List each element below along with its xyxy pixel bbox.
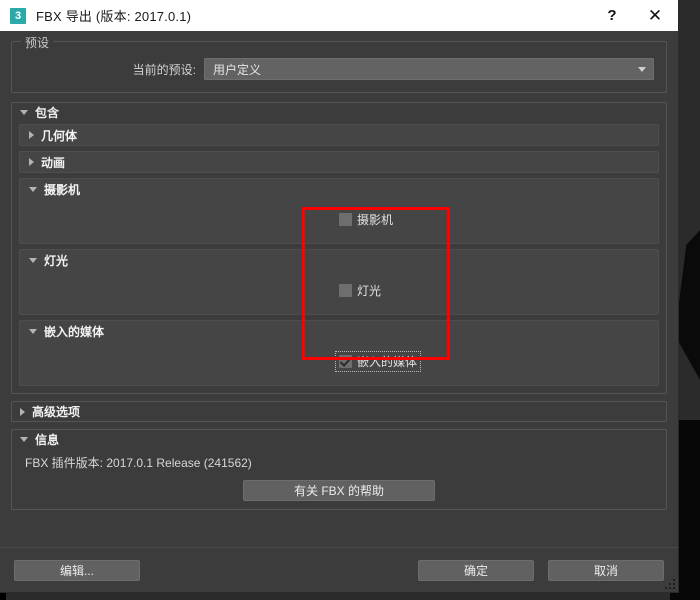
cancel-button[interactable]: 取消 bbox=[548, 559, 664, 581]
current-preset-value: 用户定义 bbox=[213, 62, 262, 77]
section-cameras: 摄影机 摄影机 bbox=[19, 178, 659, 244]
information-panel: 信息 FBX 插件版本: 2017.0.1 Release (241562) 有… bbox=[11, 429, 667, 510]
include-panel-title: 包含 bbox=[35, 106, 60, 120]
footer-action-buttons: 确定 取消 bbox=[418, 559, 664, 581]
current-preset-row: 当前的预设: 用户定义 bbox=[22, 58, 656, 82]
window-controls: ? ✕ bbox=[592, 0, 678, 31]
checkbox-cameras-label: 摄影机 bbox=[357, 212, 394, 227]
preset-groupbox: 预设 当前的预设: 用户定义 bbox=[11, 34, 667, 93]
triangle-right-icon bbox=[29, 158, 34, 166]
triangle-right-icon bbox=[20, 407, 25, 416]
lights-checkbox-wrap: 灯光 bbox=[336, 281, 384, 302]
include-panel: 包含 几何体 动画 摄影机 摄影机 灯光 灯光 嵌入的媒体 嵌入的媒体 bbox=[11, 102, 667, 394]
screen: 3 FBX 导出 (版本: 2017.0.1) ? ✕ 预设 当前的预设: 用户… bbox=[0, 0, 700, 600]
checkbox-box-icon bbox=[339, 212, 352, 226]
fbx-export-dialog: 3 FBX 导出 (版本: 2017.0.1) ? ✕ 预设 当前的预设: 用户… bbox=[0, 0, 678, 592]
window-title: FBX 导出 (版本: 2017.0.1) bbox=[36, 9, 192, 24]
resize-grip[interactable] bbox=[663, 577, 675, 589]
preset-group-title: 预设 bbox=[21, 34, 54, 51]
section-embed-media-body: 嵌入的媒体 bbox=[20, 341, 658, 385]
section-lights-body: 灯光 bbox=[20, 270, 658, 314]
section-lights-header[interactable]: 灯光 bbox=[20, 250, 658, 270]
chevron-down-icon bbox=[638, 66, 646, 72]
plugin-version-text: FBX 插件版本: 2017.0.1 Release (241562) bbox=[25, 456, 252, 470]
section-animation-header[interactable]: 动画 bbox=[20, 152, 658, 172]
section-lights-title: 灯光 bbox=[44, 253, 69, 268]
triangle-down-icon bbox=[20, 437, 28, 442]
edit-button[interactable]: 编辑... bbox=[14, 559, 140, 581]
advanced-options-title: 高级选项 bbox=[32, 405, 81, 419]
section-embed-media: 嵌入的媒体 嵌入的媒体 bbox=[19, 320, 659, 386]
checkbox-embed-media[interactable]: 嵌入的媒体 bbox=[334, 350, 422, 372]
ok-button[interactable]: 确定 bbox=[418, 559, 534, 581]
triangle-down-icon bbox=[29, 257, 37, 263]
title-bar: 3 FBX 导出 (版本: 2017.0.1) ? ✕ bbox=[0, 0, 678, 31]
checkbox-lights-label: 灯光 bbox=[357, 283, 382, 298]
section-cameras-header[interactable]: 摄影机 bbox=[20, 179, 658, 199]
triangle-down-icon bbox=[29, 186, 37, 192]
max-3-icon: 3 bbox=[10, 7, 26, 24]
section-cameras-body: 摄影机 bbox=[20, 199, 658, 243]
cameras-checkbox-wrap: 摄影机 bbox=[336, 210, 396, 231]
current-preset-dropdown[interactable]: 用户定义 bbox=[204, 58, 654, 80]
include-panel-body: 几何体 动画 摄影机 摄影机 灯光 灯光 嵌入的媒体 嵌入的媒体 bbox=[12, 122, 666, 393]
section-lights: 灯光 灯光 bbox=[19, 249, 659, 315]
section-geometry-header[interactable]: 几何体 bbox=[20, 125, 658, 145]
triangle-right-icon bbox=[29, 131, 34, 139]
fbx-help-button-row: 有关 FBX 的帮助 bbox=[12, 471, 666, 501]
section-geometry: 几何体 bbox=[19, 124, 659, 146]
triangle-down-icon bbox=[29, 328, 37, 334]
checkbox-embed-media-label: 嵌入的媒体 bbox=[357, 354, 418, 369]
current-preset-label: 当前的预设: bbox=[132, 62, 196, 77]
triangle-down-icon bbox=[20, 110, 28, 115]
checkbox-lights[interactable]: 灯光 bbox=[336, 281, 384, 300]
close-icon[interactable]: ✕ bbox=[632, 0, 678, 31]
embed-media-checkbox-wrap: 嵌入的媒体 bbox=[334, 350, 422, 373]
section-embed-media-title: 嵌入的媒体 bbox=[44, 324, 105, 339]
include-panel-header[interactable]: 包含 bbox=[12, 103, 666, 122]
section-geometry-title: 几何体 bbox=[41, 128, 78, 143]
fbx-help-button[interactable]: 有关 FBX 的帮助 bbox=[243, 480, 435, 501]
dialog-footer: 编辑... 确定 取消 bbox=[0, 547, 678, 592]
section-animation: 动画 bbox=[19, 151, 659, 173]
advanced-options-panel[interactable]: 高级选项 bbox=[11, 401, 667, 422]
information-panel-header[interactable]: 信息 bbox=[12, 430, 666, 449]
checkbox-box-icon bbox=[339, 283, 352, 297]
checkbox-cameras[interactable]: 摄影机 bbox=[336, 210, 396, 229]
section-animation-title: 动画 bbox=[41, 155, 66, 170]
dialog-body: 预设 当前的预设: 用户定义 包含 几何体 动画 摄影机 摄影机 灯光 灯光 嵌… bbox=[0, 31, 678, 547]
section-cameras-title: 摄影机 bbox=[44, 182, 81, 197]
help-icon[interactable]: ? bbox=[592, 0, 632, 31]
section-embed-media-header[interactable]: 嵌入的媒体 bbox=[20, 321, 658, 341]
checkbox-checked-icon bbox=[339, 354, 352, 368]
information-panel-title: 信息 bbox=[35, 433, 60, 447]
